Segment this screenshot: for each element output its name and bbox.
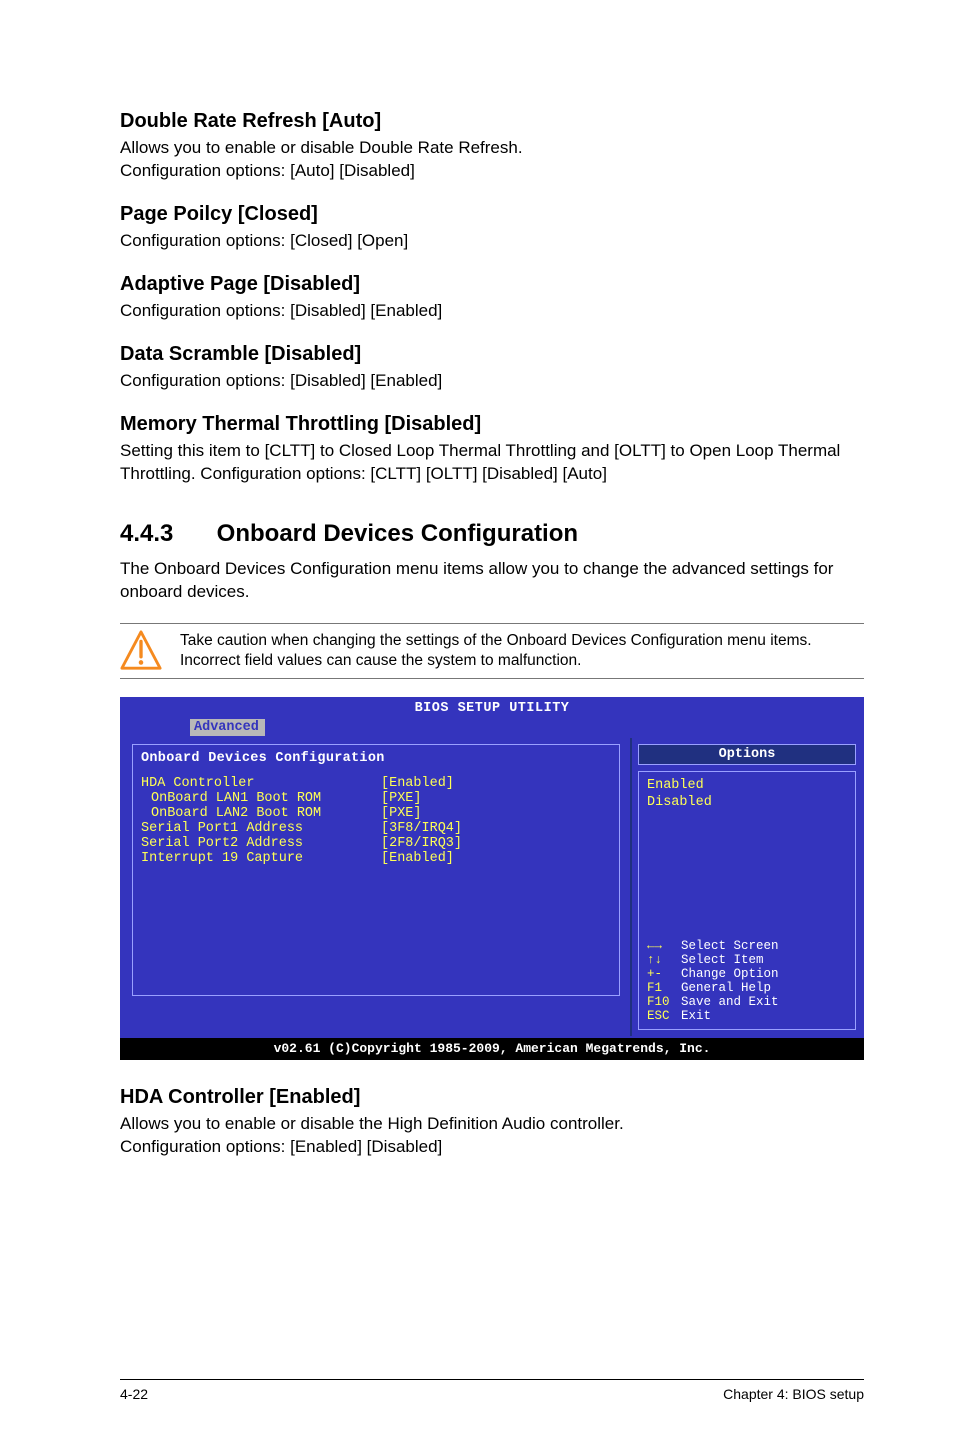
bios-row[interactable]: Serial Port2 Address [2F8/IRQ3] bbox=[141, 836, 611, 851]
bios-screen: BIOS SETUP UTILITY Advanced Onboard Devi… bbox=[120, 697, 864, 1060]
nav-key: F1 bbox=[647, 981, 681, 995]
heading-hda: HDA Controller [Enabled] bbox=[120, 1086, 864, 1109]
text-drr: Allows you to enable or disable Double R… bbox=[120, 137, 864, 183]
bios-value: [Enabled] bbox=[381, 776, 454, 791]
nav-key: +- bbox=[647, 967, 681, 981]
nav-text: Select Screen bbox=[681, 939, 779, 953]
bios-body: Onboard Devices Configuration HDA Contro… bbox=[120, 738, 864, 1038]
chapter-label: Chapter 4: BIOS setup bbox=[723, 1386, 864, 1402]
heading-pp: Page Poilcy [Closed] bbox=[120, 203, 864, 226]
line: Configuration options: [Auto] [Disabled] bbox=[120, 161, 415, 180]
nav-key: ↑↓ bbox=[647, 953, 681, 967]
nav-text: Save and Exit bbox=[681, 995, 779, 1009]
bios-footer: v02.61 (C)Copyright 1985-2009, American … bbox=[120, 1038, 864, 1060]
bios-left-pane: Onboard Devices Configuration HDA Contro… bbox=[122, 738, 632, 1036]
bios-label: Interrupt 19 Capture bbox=[141, 851, 381, 866]
bios-right-pane: Options Enabled Disabled ←→Select Screen… bbox=[632, 738, 862, 1036]
nav-text: Select Item bbox=[681, 953, 764, 967]
options-list: Enabled Disabled bbox=[647, 778, 847, 812]
bios-row[interactable]: HDA Controller [Enabled] bbox=[141, 776, 611, 791]
bios-value: [PXE] bbox=[381, 791, 422, 806]
nav-text: Change Option bbox=[681, 967, 779, 981]
heading-onboard-devices: 4.4.3 Onboard Devices Configuration bbox=[120, 520, 864, 548]
options-box: Enabled Disabled ←→Select Screen ↑↓Selec… bbox=[638, 771, 856, 1030]
caution-text: Take caution when changing the settings … bbox=[180, 631, 864, 673]
heading-ds: Data Scramble [Disabled] bbox=[120, 343, 864, 366]
line: Allows you to enable or disable the High… bbox=[120, 1114, 624, 1133]
options-header: Options bbox=[638, 744, 856, 765]
heading-ap: Adaptive Page [Disabled] bbox=[120, 273, 864, 296]
bios-title: BIOS SETUP UTILITY bbox=[120, 697, 864, 719]
bios-row[interactable]: Serial Port1 Address [3F8/IRQ4] bbox=[141, 821, 611, 836]
bios-label: Serial Port1 Address bbox=[141, 821, 381, 836]
heading-mtt: Memory Thermal Throttling [Disabled] bbox=[120, 413, 864, 436]
bios-row[interactable]: Interrupt 19 Capture [Enabled] bbox=[141, 851, 611, 866]
bios-value: [Enabled] bbox=[381, 851, 454, 866]
bios-left-title: Onboard Devices Configuration bbox=[141, 751, 611, 766]
bios-label: OnBoard LAN2 Boot ROM bbox=[141, 806, 381, 821]
text-ds: Configuration options: [Disabled] [Enabl… bbox=[120, 370, 864, 393]
bios-label: Serial Port2 Address bbox=[141, 836, 381, 851]
nav-text: General Help bbox=[681, 981, 771, 995]
nav-help: ←→Select Screen ↑↓Select Item +-Change O… bbox=[647, 939, 847, 1023]
nav-text: Exit bbox=[681, 1009, 711, 1023]
text-pp: Configuration options: [Closed] [Open] bbox=[120, 230, 864, 253]
bios-label: OnBoard LAN1 Boot ROM bbox=[141, 791, 381, 806]
page-footer: 4-22 Chapter 4: BIOS setup bbox=[120, 1379, 864, 1402]
bios-settings-list: HDA Controller [Enabled] OnBoard LAN1 Bo… bbox=[141, 776, 611, 866]
option-item[interactable]: Disabled bbox=[647, 795, 847, 812]
bios-tabbar: Advanced bbox=[120, 719, 864, 738]
nav-key: ←→ bbox=[647, 939, 681, 953]
text-onboard-intro: The Onboard Devices Configuration menu i… bbox=[120, 558, 864, 604]
section-number: 4.4.3 bbox=[120, 520, 210, 548]
text-hda: Allows you to enable or disable the High… bbox=[120, 1113, 864, 1159]
bios-row[interactable]: OnBoard LAN1 Boot ROM [PXE] bbox=[141, 791, 611, 806]
bios-left-inner: Onboard Devices Configuration HDA Contro… bbox=[132, 744, 620, 996]
bios-value: [2F8/IRQ3] bbox=[381, 836, 462, 851]
bios-label: HDA Controller bbox=[141, 776, 381, 791]
page-number: 4-22 bbox=[120, 1386, 148, 1402]
caution-icon bbox=[120, 630, 162, 672]
bios-value: [3F8/IRQ4] bbox=[381, 821, 462, 836]
bios-tab-advanced[interactable]: Advanced bbox=[190, 719, 265, 736]
option-item[interactable]: Enabled bbox=[647, 778, 847, 795]
bios-value: [PXE] bbox=[381, 806, 422, 821]
line: Configuration options: [Enabled] [Disabl… bbox=[120, 1137, 442, 1156]
heading-drr: Double Rate Refresh [Auto] bbox=[120, 110, 864, 133]
text-mtt: Setting this item to [CLTT] to Closed Lo… bbox=[120, 440, 864, 486]
caution-row: Take caution when changing the settings … bbox=[120, 623, 864, 679]
nav-key: ESC bbox=[647, 1009, 681, 1023]
bios-row[interactable]: OnBoard LAN2 Boot ROM [PXE] bbox=[141, 806, 611, 821]
text-ap: Configuration options: [Disabled] [Enabl… bbox=[120, 300, 864, 323]
section-title: Onboard Devices Configuration bbox=[217, 520, 578, 547]
line: Allows you to enable or disable Double R… bbox=[120, 138, 523, 157]
nav-key: F10 bbox=[647, 995, 681, 1009]
